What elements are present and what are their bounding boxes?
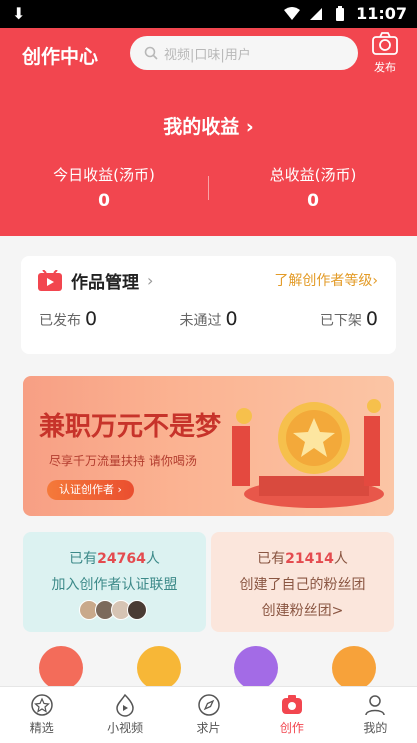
compass-icon: [197, 694, 220, 716]
page-title: 创作中心: [22, 46, 99, 68]
publish-button[interactable]: 发布: [367, 32, 403, 75]
published-value: 0: [85, 308, 98, 330]
today-earnings: 今日收益(汤币) 0: [0, 164, 208, 211]
search-icon: [144, 46, 158, 60]
publish-label: 发布: [374, 61, 396, 74]
earnings-header: 创作中心 视频|口味|用户 发布 我的收益 › 今日收益(汤币) 0 总收益(汤…: [0, 28, 417, 236]
signal-icon: [310, 7, 323, 20]
video-play-icon: [38, 269, 62, 291]
fan-club-card[interactable]: 已有21414人 创建了自己的粉丝团 创建粉丝团>: [211, 532, 394, 632]
tab-label: 小视频: [107, 721, 144, 735]
fan-club-count-line: 已有21414人: [211, 548, 394, 568]
removed-value: 0: [365, 308, 378, 330]
my-earnings-title: 我的收益: [163, 116, 240, 138]
removed-label: 已下架: [319, 313, 362, 329]
battery-icon: [336, 5, 345, 21]
creator-banner[interactable]: 兼职万元不是梦 尽享千万流量扶持 请你喝汤 认证创作者 ›: [23, 376, 394, 516]
verify-creator-button[interactable]: 认证创作者 ›: [47, 480, 134, 500]
coin-illustration: [232, 399, 384, 508]
creator-level-label: 了解创作者等级: [274, 273, 373, 289]
crown-icon[interactable]: [332, 646, 376, 690]
total-earnings-label: 总收益(汤币): [269, 166, 357, 184]
my-earnings-link[interactable]: 我的收益 ›: [0, 112, 417, 139]
avatar: [126, 600, 147, 620]
rejected-value: 0: [225, 308, 238, 330]
fan-club-text: 创建了自己的粉丝团: [239, 577, 366, 593]
tab-mine[interactable]: 我的: [334, 687, 417, 743]
removed-count[interactable]: 已下架 0: [320, 308, 378, 330]
tab-label: 我的: [363, 721, 388, 735]
banner-subline: 尽享千万流量扶持 请你喝汤: [49, 454, 197, 468]
published-label: 已发布: [39, 313, 81, 329]
fan-club-suffix: 人: [333, 551, 348, 567]
alliance-prefix: 已有: [69, 551, 98, 567]
tab-request[interactable]: 求片: [167, 687, 250, 743]
works-management-card: 作品管理 › 了解创作者等级› 已发布 0 未通过 0 已下架 0: [21, 256, 396, 354]
creator-level-link[interactable]: 了解创作者等级›: [274, 270, 378, 290]
works-management-link[interactable]: 作品管理 ›: [37, 268, 153, 293]
create-fan-club-link[interactable]: 创建粉丝团>: [211, 600, 394, 620]
rejected-count[interactable]: 未通过 0: [179, 308, 237, 330]
status-bar: ⬇ 11:07: [0, 0, 417, 28]
alliance-text: 加入创作者认证联盟: [51, 577, 178, 593]
fans-icon[interactable]: [234, 646, 278, 690]
tab-short-video[interactable]: 小视频: [83, 687, 166, 743]
user-icon: [365, 695, 386, 716]
flame-play-icon: [116, 693, 134, 717]
creator-alliance-card[interactable]: 已有24764人 加入创作者认证联盟: [23, 532, 206, 632]
alliance-suffix: 人: [145, 551, 160, 567]
rejected-label: 未通过: [179, 313, 222, 329]
avatar-group: [23, 600, 206, 620]
today-earnings-value: 0: [98, 191, 110, 211]
fan-club-prefix: 已有: [257, 551, 286, 567]
total-earnings: 总收益(汤币) 0: [209, 164, 417, 211]
star-badge-icon: [30, 694, 53, 716]
tab-label: 创作: [279, 721, 304, 735]
download-icon: ⬇: [12, 4, 26, 23]
alliance-count-line: 已有24764人: [23, 548, 206, 568]
published-count[interactable]: 已发布 0: [39, 308, 97, 330]
camera-icon: [281, 695, 302, 714]
banner-headline: 兼职万元不是梦: [39, 412, 222, 442]
tab-featured[interactable]: 精选: [0, 687, 83, 743]
tab-create[interactable]: 创作: [250, 687, 333, 743]
chevron-right-icon: ›: [245, 116, 254, 138]
total-earnings-value: 0: [307, 191, 319, 211]
diamond-icon[interactable]: [137, 646, 181, 690]
tab-label: 精选: [29, 721, 54, 735]
wifi-icon: [284, 6, 301, 20]
bottom-tab-bar: 精选 小视频 求片 创作 我的: [0, 686, 417, 743]
money-bag-icon[interactable]: [39, 646, 83, 690]
fan-club-count: 21414: [285, 551, 334, 567]
works-management-title: 作品管理: [71, 273, 139, 293]
verify-creator-label: 认证创作者: [59, 483, 114, 496]
search-input[interactable]: 视频|口味|用户: [130, 36, 358, 70]
search-placeholder: 视频|口味|用户: [164, 47, 251, 63]
clock-time: 11:07: [356, 4, 407, 23]
chevron-right-icon: ›: [147, 271, 154, 290]
tab-label: 求片: [196, 721, 221, 735]
today-earnings-label: 今日收益(汤币): [53, 166, 155, 184]
alliance-count: 24764: [97, 551, 146, 567]
camera-icon: [372, 32, 398, 55]
